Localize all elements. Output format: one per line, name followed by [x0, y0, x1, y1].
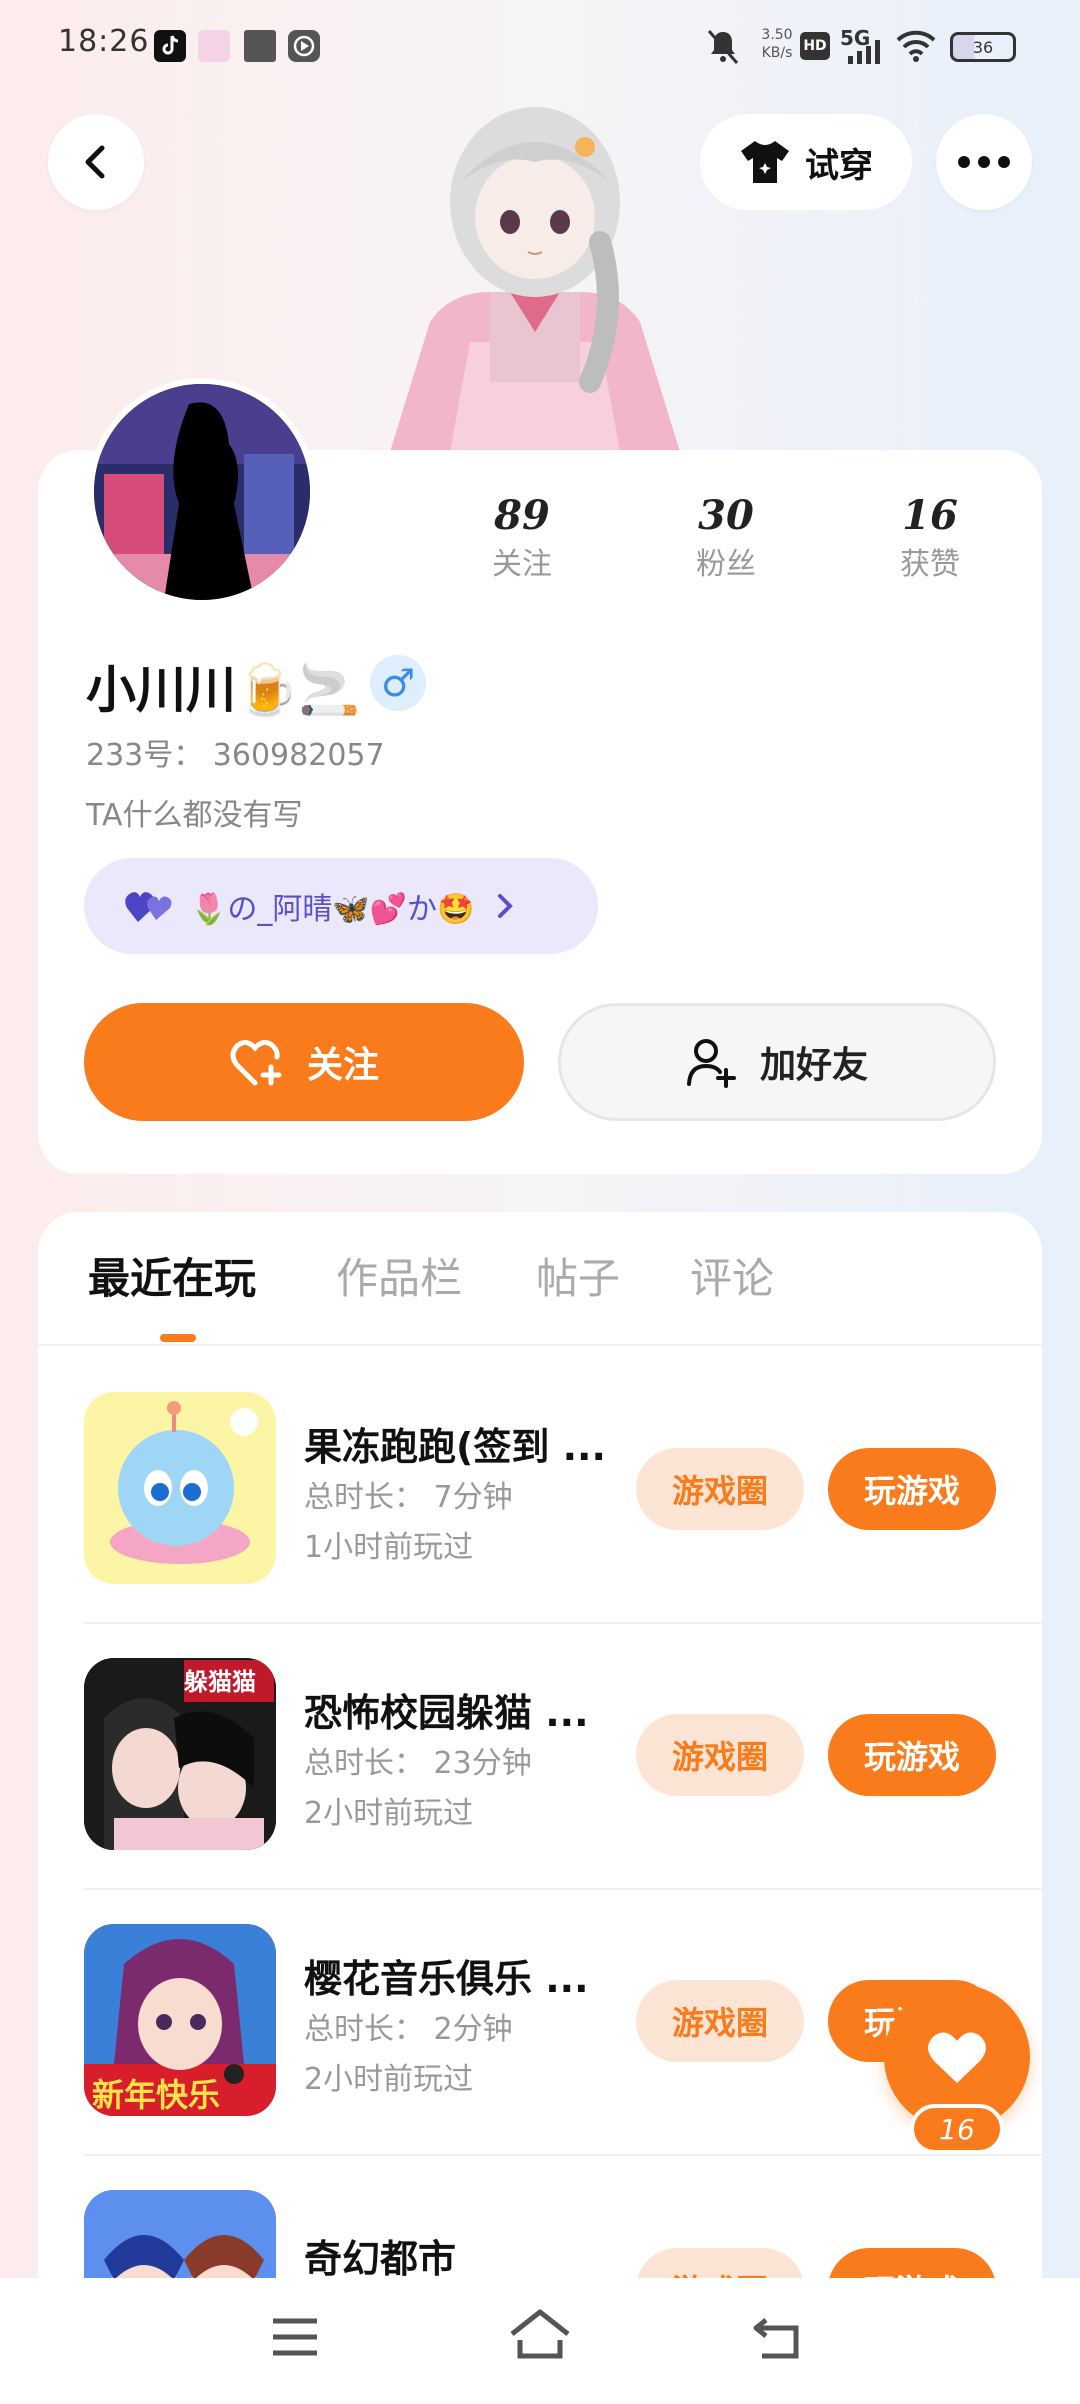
try-on-label: 试穿 — [805, 145, 873, 186]
battery-level: 36 — [972, 37, 994, 57]
chevron-left-icon — [85, 145, 105, 179]
status-time: 18:26 — [58, 24, 150, 59]
chevron-right-icon — [498, 894, 514, 918]
row-divider — [84, 1888, 1042, 1890]
guardian-link[interactable]: 🌷の_阿晴🦋💕か🤩 — [84, 858, 598, 954]
play-game-button[interactable]: 玩游戏 — [828, 1714, 996, 1796]
fans-label: 粉丝 — [696, 547, 756, 582]
tab-works[interactable]: 作品栏 — [336, 1245, 462, 1306]
gallery-notification-icon — [244, 30, 276, 62]
avatar-character-art — [370, 92, 700, 452]
add-friend-label: 加好友 — [759, 1045, 868, 1086]
hearts-icon — [125, 892, 172, 922]
back-button[interactable] — [48, 114, 144, 210]
tab-divider — [38, 1344, 1042, 1346]
bio-text: TA什么都没有写 — [86, 798, 303, 833]
media-notification-icon — [288, 30, 320, 62]
like-count-badge: 16 — [910, 2104, 1004, 2154]
back-nav-button[interactable] — [752, 2314, 812, 2368]
game-row[interactable]: 躲猫猫 恐怖校园躲猫 ... 总时长： 23分钟 2小时前玩过 游戏圈 玩游戏 — [84, 1654, 1042, 1920]
game-title: 樱花音乐俱乐 ... — [304, 1957, 589, 2001]
net-speed-value: 3.50 — [761, 27, 793, 43]
game-title: 恐怖校园躲猫 ... — [304, 1691, 589, 1735]
following-count: 89 — [494, 492, 550, 539]
row-divider — [84, 2154, 1042, 2156]
tiktok-notification-icon — [154, 30, 186, 62]
app-notification-icon — [198, 30, 230, 62]
game-last-played: 2小时前玩过 — [304, 1796, 474, 1831]
try-on-button[interactable]: 试穿 — [700, 114, 912, 210]
game-duration: 总时长： 7分钟 — [304, 1480, 513, 1515]
gender-male-icon: ♂ — [370, 655, 426, 711]
game-icon-jelly-run — [84, 1392, 276, 1584]
stat-fans[interactable]: 30 粉丝 — [646, 492, 806, 583]
tshirt-icon — [741, 141, 789, 183]
likes-count: 16 — [902, 492, 958, 539]
guardian-name: 🌷の_阿晴🦋💕か🤩 — [190, 892, 475, 927]
system-nav-bar — [0, 2278, 1080, 2404]
game-row[interactable]: 果冻跑跑(签到 ... 总时长： 7分钟 1小时前玩过 游戏圈 玩游戏 — [84, 1388, 1042, 1654]
game-duration: 总时长： 2分钟 — [304, 2012, 513, 2047]
user-id: 233号： 360982057 — [86, 738, 385, 773]
tab-posts[interactable]: 帖子 — [536, 1245, 620, 1306]
wifi-icon — [896, 30, 936, 66]
heart-icon — [928, 2032, 986, 2083]
avatar[interactable] — [88, 378, 316, 606]
game-last-played: 1小时前玩过 — [304, 1530, 474, 1565]
signal-icon — [846, 40, 886, 68]
home-nav-button[interactable] — [508, 2308, 574, 2368]
play-game-button[interactable]: 玩游戏 — [828, 1448, 996, 1530]
game-circle-button[interactable]: 游戏圈 — [636, 1980, 804, 2062]
game-circle-button[interactable]: 游戏圈 — [636, 1714, 804, 1796]
game-badge: 新年快乐 — [92, 2076, 221, 2114]
game-title: 奇幻都市 — [304, 2237, 457, 2281]
game-badge: 躲猫猫 — [184, 1668, 256, 1696]
game-title: 果冻跑跑(签到 ... — [304, 1425, 606, 1469]
follow-label: 关注 — [306, 1045, 379, 1086]
heart-plus-icon — [230, 1040, 282, 1086]
game-last-played: 2小时前玩过 — [304, 2062, 474, 2097]
stat-likes[interactable]: 16 获赞 — [850, 492, 1010, 583]
stat-following[interactable]: 89 关注 — [442, 492, 602, 583]
mute-icon — [706, 28, 740, 70]
username: 小川川🍺🚬 — [86, 661, 361, 719]
row-divider — [84, 1622, 1042, 1624]
back-arrow-icon — [753, 2318, 799, 2359]
more-icon — [958, 156, 1010, 168]
tab-comments[interactable]: 评论 — [690, 1245, 774, 1306]
likes-label: 获赞 — [900, 547, 960, 582]
game-circle-button[interactable]: 游戏圈 — [636, 1448, 804, 1530]
more-options-button[interactable] — [936, 114, 1032, 210]
menu-nav-button[interactable] — [270, 2316, 330, 2366]
status-bar: 18:26 3.50 KB/s HD 5G 36 — [0, 0, 1080, 92]
tab-indicator — [160, 1334, 196, 1342]
hd-badge: HD — [800, 32, 830, 60]
net-speed-unit: KB/s — [761, 45, 793, 61]
battery-icon: 36 — [950, 32, 1016, 62]
network-speed: 3.50 KB/s — [752, 26, 802, 62]
add-friend-button[interactable]: 加好友 — [558, 1003, 996, 1121]
add-user-icon — [686, 1039, 736, 1088]
tab-recent-games[interactable]: 最近在玩 — [88, 1245, 256, 1306]
menu-icon — [273, 2318, 317, 2356]
home-icon — [510, 2309, 570, 2359]
follow-button[interactable]: 关注 — [84, 1003, 524, 1121]
fans-count: 30 — [698, 492, 754, 539]
following-label: 关注 — [492, 547, 552, 582]
game-duration: 总时长： 23分钟 — [304, 1746, 532, 1781]
